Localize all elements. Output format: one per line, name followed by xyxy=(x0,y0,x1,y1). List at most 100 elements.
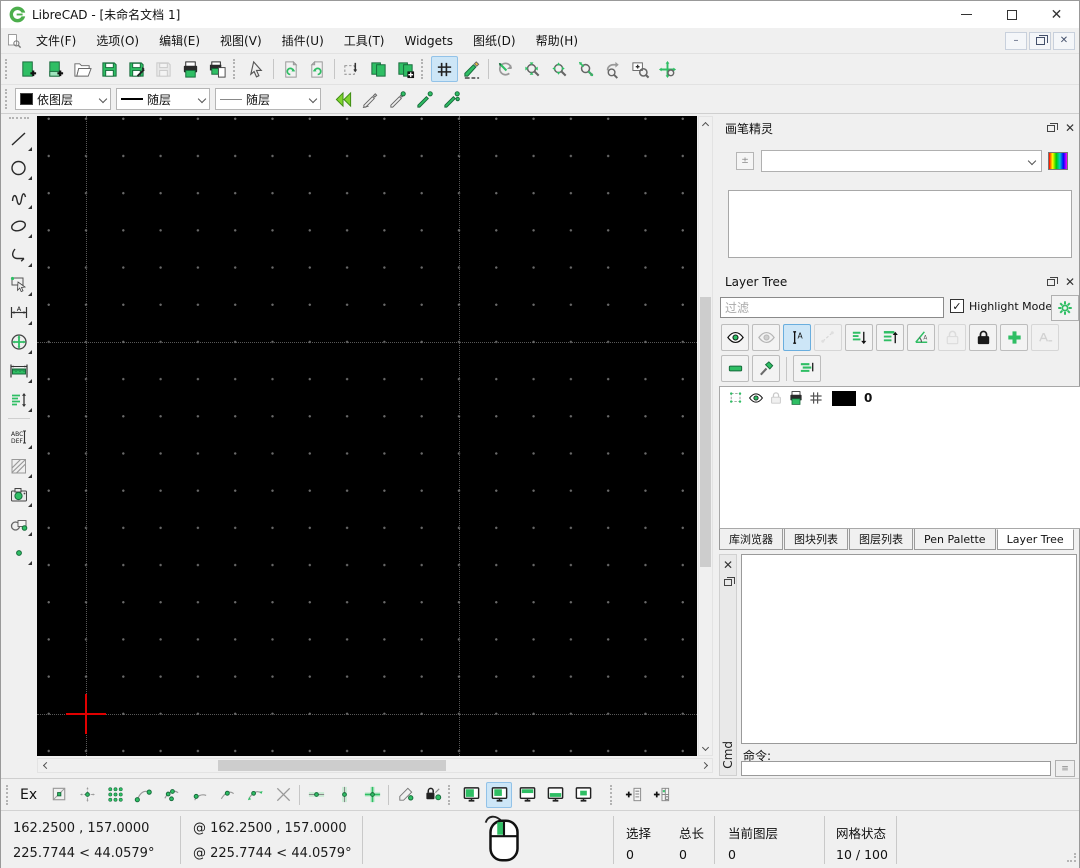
block-tool-button[interactable] xyxy=(4,510,34,538)
snap-endpoints-button[interactable] xyxy=(130,782,156,808)
menu-plugins[interactable]: 插件(U) xyxy=(272,28,334,53)
menu-help[interactable]: 帮助(H) xyxy=(526,28,588,53)
print-button[interactable] xyxy=(177,56,204,82)
pick-pen-button[interactable] xyxy=(357,86,384,112)
line-type-combo[interactable]: 随层 xyxy=(116,88,210,110)
snap-points-button[interactable] xyxy=(102,782,128,808)
tab-pen-palette[interactable]: Pen Palette xyxy=(914,529,996,550)
command-options-button[interactable]: ≡ xyxy=(1055,760,1075,777)
menu-edit[interactable]: 编辑(E) xyxy=(149,28,210,53)
mdi-minimize-button[interactable]: – xyxy=(1005,32,1027,50)
remove-layer-button[interactable] xyxy=(721,355,749,382)
toolbar-grip[interactable] xyxy=(6,785,13,805)
save-all-button[interactable] xyxy=(150,56,177,82)
layer-grid-toggle[interactable] xyxy=(806,388,826,408)
maximize-button[interactable] xyxy=(989,1,1034,28)
redo-button[interactable] xyxy=(304,56,331,82)
point-tool-button[interactable] xyxy=(4,539,34,567)
undo-button[interactable] xyxy=(277,56,304,82)
dock-area-floating-button[interactable] xyxy=(570,782,596,808)
scroll-down-icon[interactable] xyxy=(699,742,712,755)
line-width-combo[interactable]: 随层 xyxy=(215,88,321,110)
copy-button[interactable] xyxy=(365,56,392,82)
layer-color-swatch[interactable] xyxy=(832,391,856,406)
measure-tool-button[interactable] xyxy=(4,357,34,385)
scroll-up-icon[interactable] xyxy=(699,117,712,130)
toolbar-grip[interactable] xyxy=(610,785,617,805)
pen-wizard-combo[interactable] xyxy=(761,150,1042,172)
snap-center-button[interactable] xyxy=(186,782,212,808)
close-button[interactable]: ✕ xyxy=(1034,1,1079,28)
new-document-button[interactable] xyxy=(15,56,42,82)
apply-pen-button[interactable] xyxy=(411,86,438,112)
float-panel-icon[interactable] xyxy=(724,579,732,586)
image-tool-button[interactable] xyxy=(4,481,34,509)
snap-intersection-button[interactable] xyxy=(270,782,296,808)
zoom-window-button[interactable] xyxy=(627,56,654,82)
tab-library-browser[interactable]: 库浏览器 xyxy=(719,529,783,550)
grid-toggle-button[interactable] xyxy=(431,56,458,82)
layer-settings-button[interactable] xyxy=(1051,295,1079,321)
command-input[interactable] xyxy=(741,761,1051,776)
toolbar-grip[interactable] xyxy=(233,59,240,79)
construction-layer-button[interactable] xyxy=(814,324,842,351)
layer-color-combo[interactable]: 依图层 xyxy=(15,88,111,110)
spline-tool-button[interactable] xyxy=(4,183,34,211)
rename-layer-button[interactable] xyxy=(1031,324,1059,351)
scroll-left-icon[interactable] xyxy=(38,759,51,772)
layer-filter-input[interactable] xyxy=(720,297,944,318)
zoom-previous-button[interactable] xyxy=(600,56,627,82)
tab-block-list[interactable]: 图块列表 xyxy=(784,529,848,550)
mdi-restore-button[interactable] xyxy=(1029,32,1051,50)
snap-distance-button[interactable] xyxy=(242,782,268,808)
vertical-scrollbar[interactable] xyxy=(698,116,713,756)
scroll-right-icon[interactable] xyxy=(699,759,712,772)
dock-area-main-button[interactable] xyxy=(486,782,512,808)
menu-tools[interactable]: 工具(T) xyxy=(334,28,395,53)
dock-area-bottom-button[interactable] xyxy=(542,782,568,808)
tab-layer-tree[interactable]: Layer Tree xyxy=(997,529,1074,550)
drawing-canvas[interactable] xyxy=(37,116,697,756)
scrollbar-thumb[interactable] xyxy=(218,760,446,771)
layer-construction-toggle[interactable] xyxy=(726,388,746,408)
hatch-tool-button[interactable] xyxy=(4,452,34,480)
order-tool-button[interactable] xyxy=(4,386,34,414)
horizontal-scrollbar[interactable] xyxy=(37,758,713,773)
cut-button[interactable] xyxy=(338,56,365,82)
print-preview-button[interactable] xyxy=(204,56,231,82)
new-from-template-button[interactable] xyxy=(42,56,69,82)
resize-grip-icon[interactable] xyxy=(1067,852,1077,867)
layer-list-view-button[interactable] xyxy=(793,355,821,382)
toolbar-grip[interactable] xyxy=(421,59,428,79)
float-panel-icon[interactable] xyxy=(1047,125,1055,132)
restrict-horizontal-button[interactable] xyxy=(303,782,329,808)
text-tool-button[interactable]: ABCDEF xyxy=(4,423,34,451)
toolbar-grip[interactable] xyxy=(5,59,12,79)
toolbar-grip[interactable] xyxy=(9,117,29,122)
hide-all-layers-button[interactable] xyxy=(752,324,780,351)
open-file-button[interactable] xyxy=(69,56,96,82)
close-panel-icon[interactable]: ✕ xyxy=(1065,122,1075,134)
mdi-close-button[interactable]: ✕ xyxy=(1053,32,1075,50)
zoom-in-button[interactable] xyxy=(519,56,546,82)
back-button[interactable] xyxy=(330,86,357,112)
snap-on-entity-button[interactable] xyxy=(158,782,184,808)
pen-wizard-color-button[interactable] xyxy=(1048,152,1068,170)
layer-list[interactable]: 0 xyxy=(719,386,1080,529)
menu-options[interactable]: 选项(O) xyxy=(86,28,149,53)
select-pointer-button[interactable] xyxy=(243,56,270,82)
dock-area-left-button[interactable] xyxy=(458,782,484,808)
menu-file[interactable]: 文件(F) xyxy=(26,28,86,53)
lock-relative-zero-button[interactable] xyxy=(420,782,446,808)
menu-drawings[interactable]: 图纸(D) xyxy=(463,28,526,53)
scrollbar-thumb[interactable] xyxy=(700,297,711,567)
unlock-all-layers-button[interactable] xyxy=(938,324,966,351)
snap-grid-button[interactable] xyxy=(74,782,100,808)
circle-tool-button[interactable] xyxy=(4,154,34,182)
restrict-nothing-button[interactable] xyxy=(359,782,385,808)
menu-view[interactable]: 视图(V) xyxy=(210,28,272,53)
highlight-mode-checkbox[interactable]: ✓ xyxy=(950,299,964,313)
zoom-out-button[interactable] xyxy=(546,56,573,82)
edit-layer-button[interactable] xyxy=(752,355,780,382)
ellipse-tool-button[interactable] xyxy=(4,212,34,240)
